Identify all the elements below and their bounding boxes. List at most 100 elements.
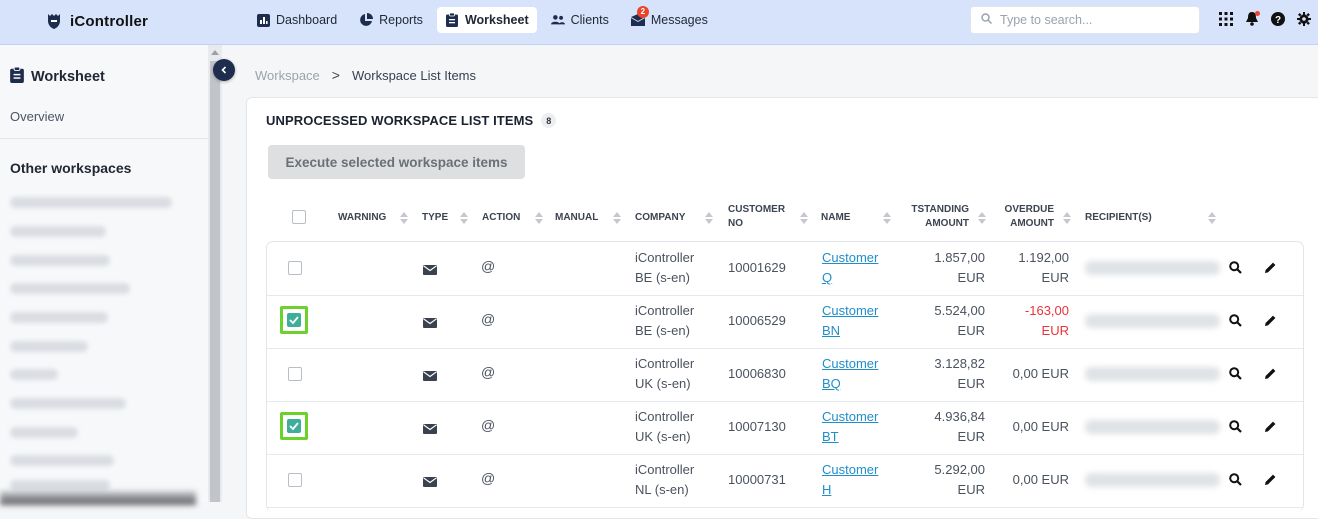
overdue-amount-cell: 1.192,00 EUR	[991, 248, 1069, 288]
table-row[interactable]: @ iController BE (s-en) 10006529 Customer…	[267, 295, 1303, 349]
search-icon[interactable]	[1229, 314, 1242, 332]
name-line: BT	[822, 429, 839, 444]
breadcrumb-workspace[interactable]: Workspace	[255, 68, 320, 83]
col-header-line: NO	[728, 218, 743, 229]
nav-dashboard[interactable]: Dashboard	[248, 7, 345, 33]
scroll-up-arrow-icon[interactable]	[211, 50, 219, 55]
amount-line: 1.857,00	[934, 250, 985, 265]
amount-line: EUR	[957, 323, 985, 338]
col-header-manual[interactable]: MANUAL	[555, 211, 598, 225]
sort-icon[interactable]	[535, 211, 543, 225]
pencil-icon[interactable]	[1264, 367, 1277, 385]
row-checkbox-checked[interactable]	[280, 306, 308, 334]
col-header-type[interactable]: TYPE	[422, 211, 448, 225]
execute-selected-button[interactable]: Execute selected workspace items	[268, 145, 525, 179]
sort-icon[interactable]	[978, 211, 986, 225]
row-checkbox[interactable]	[288, 367, 302, 381]
envelope-icon	[423, 315, 437, 333]
search-icon[interactable]	[1229, 367, 1242, 385]
sidebar-item-redacted[interactable]	[10, 312, 108, 323]
help-icon[interactable]: ?	[1270, 10, 1286, 28]
sidebar-divider	[0, 138, 208, 139]
sort-icon[interactable]	[460, 211, 468, 225]
col-header-name[interactable]: NAME	[821, 211, 850, 225]
sidebar-item-redacted[interactable]	[10, 255, 110, 266]
row-checkbox[interactable]	[288, 473, 302, 487]
customer-name-link[interactable]: Customer BN	[822, 301, 878, 341]
name-line: Customer	[822, 409, 879, 424]
sidebar-item-redacted[interactable]	[10, 197, 172, 208]
search-icon[interactable]	[1229, 261, 1242, 279]
sort-icon[interactable]	[800, 211, 808, 225]
sidebar-item-redacted[interactable]	[10, 283, 130, 294]
col-header-action[interactable]: ACTION	[482, 211, 520, 225]
users-icon	[550, 13, 565, 27]
customer-no-cell: 10000731	[728, 472, 786, 487]
search-icon[interactable]	[1229, 473, 1242, 491]
sidebar-item-redacted[interactable]	[10, 398, 126, 409]
company-line: UK (s-en)	[635, 429, 691, 444]
customer-name-link[interactable]: Customer BT	[822, 407, 878, 447]
outstanding-amount-cell: 4.936,84 EUR	[907, 407, 985, 447]
nav-label: Dashboard	[276, 13, 338, 27]
sort-icon[interactable]	[705, 211, 713, 225]
nav-reports[interactable]: Reports	[351, 7, 431, 33]
company-line: iController	[635, 356, 695, 371]
apps-grid-icon[interactable]	[1218, 10, 1234, 28]
app-logo[interactable]: iController	[46, 10, 148, 32]
nav-messages[interactable]: 2 Messages	[623, 6, 716, 33]
sort-icon[interactable]	[400, 211, 408, 225]
bell-icon[interactable]	[1244, 10, 1260, 28]
table-row[interactable]: @ iController UK (s-en) 10007130 Customer…	[267, 401, 1303, 455]
pencil-icon[interactable]	[1264, 261, 1277, 279]
sort-icon[interactable]	[1208, 211, 1216, 225]
customer-name-link[interactable]: Customer BQ	[822, 354, 878, 394]
sort-icon[interactable]	[613, 211, 621, 225]
pencil-icon[interactable]	[1264, 420, 1277, 438]
pencil-icon[interactable]	[1264, 314, 1277, 332]
sidebar-item-redacted[interactable]	[10, 341, 88, 352]
scrollbar-thumb[interactable]	[210, 61, 220, 502]
customer-no-cell: 10006830	[728, 366, 786, 381]
table-row[interactable]: @ iController NL (s-en) 10000731 Customer…	[267, 454, 1303, 508]
nav-worksheet[interactable]: Worksheet	[436, 7, 537, 33]
envelope-icon	[423, 262, 437, 280]
col-header-line: TSTANDING	[911, 204, 969, 215]
company-cell: iController BE (s-en)	[635, 248, 694, 288]
collapse-sidebar-button[interactable]	[213, 59, 235, 81]
amount-line: EUR	[957, 376, 985, 391]
sidebar-item-redacted[interactable]	[10, 480, 110, 491]
nav-clients[interactable]: Clients	[543, 7, 617, 33]
search-input[interactable]	[998, 12, 1182, 28]
col-header-recipients[interactable]: RECIPIENT(S)	[1085, 211, 1152, 225]
search-box[interactable]	[970, 6, 1200, 34]
col-header-line: CUSTOMER	[728, 204, 786, 215]
row-checkbox-checked[interactable]	[280, 412, 308, 440]
customer-no-cell: 10006529	[728, 313, 786, 328]
pencil-icon[interactable]	[1264, 473, 1277, 491]
col-header-outstanding[interactable]: TSTANDING AMOUNT	[903, 203, 969, 231]
sidebar-item-redacted[interactable]	[10, 369, 58, 380]
sort-icon[interactable]	[883, 211, 891, 225]
col-header-warning[interactable]: WARNING	[338, 211, 386, 225]
table-row[interactable]: @ iController UK (s-en) 10006830 Customer…	[267, 348, 1303, 402]
gear-icon[interactable]	[1296, 10, 1312, 28]
sidebar-item-redacted[interactable]	[10, 226, 106, 237]
customer-name-link[interactable]: Customer Q	[822, 248, 878, 288]
customer-name-link[interactable]: Customer H	[822, 460, 878, 500]
col-header-company[interactable]: COMPANY	[635, 211, 685, 225]
select-all-checkbox[interactable]	[292, 210, 306, 224]
sort-icon[interactable]	[1063, 211, 1071, 225]
sidebar-scrollbar[interactable]	[208, 45, 222, 502]
amount-line: 1.192,00	[1018, 250, 1069, 265]
company-cell: iController UK (s-en)	[635, 407, 694, 447]
col-header-customer-no[interactable]: CUSTOMER NO	[728, 203, 785, 231]
col-header-overdue[interactable]: OVERDUE AMOUNT	[998, 203, 1054, 231]
sidebar-item-overview[interactable]: Overview	[10, 109, 64, 124]
section-title-label: UNPROCESSED WORKSPACE LIST ITEMS	[266, 113, 534, 128]
row-checkbox[interactable]	[288, 261, 302, 275]
search-icon[interactable]	[1229, 420, 1242, 438]
sidebar-item-redacted[interactable]	[10, 455, 114, 466]
table-row[interactable]: @ iController BE (s-en) 10001629 Customer…	[267, 242, 1303, 296]
sidebar-item-redacted[interactable]	[10, 427, 78, 438]
